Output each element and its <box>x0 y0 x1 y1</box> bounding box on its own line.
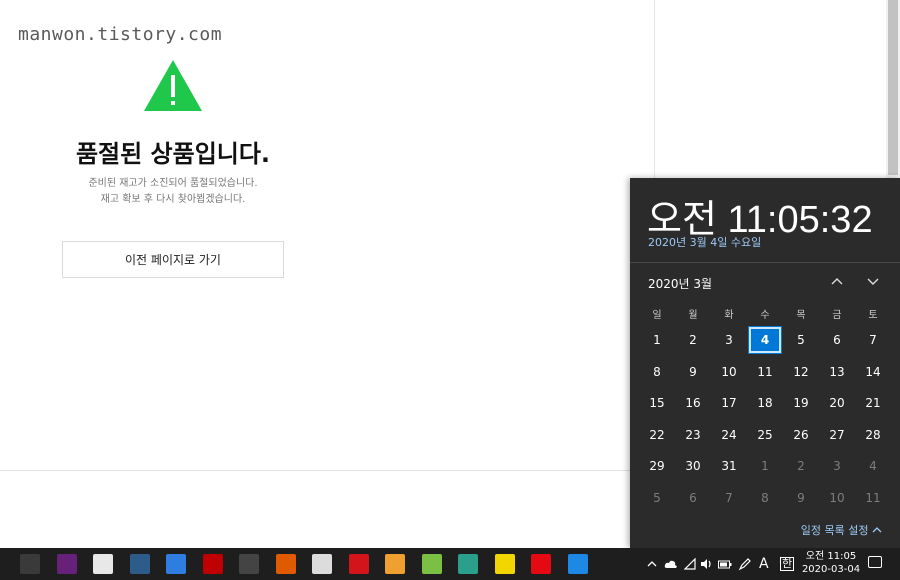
ime-hangul-label: 한 <box>780 557 795 571</box>
volume-icon[interactable] <box>700 548 714 580</box>
flyout-date-link[interactable]: 2020년 3월 4일 수요일 <box>648 234 761 250</box>
warning-icon <box>144 60 202 111</box>
calendar-day[interactable]: 6 <box>820 326 854 354</box>
calendar-day[interactable]: 16 <box>676 389 710 417</box>
weekday-header: 목 <box>796 310 806 321</box>
calendar-month-label[interactable]: 2020년 3월 <box>648 275 712 292</box>
calendar-day[interactable]: 1 <box>748 452 782 480</box>
calendar-day[interactable]: 26 <box>784 421 818 449</box>
weekday-header: 금 <box>832 310 842 321</box>
ime-hangul-indicator[interactable]: 한 <box>780 548 795 580</box>
network-icon[interactable] <box>684 548 696 580</box>
flyout-divider <box>630 262 900 263</box>
calendar-day[interactable]: 17 <box>712 389 746 417</box>
terminal-icon[interactable] <box>20 554 40 574</box>
curve-app-icon[interactable] <box>458 554 478 574</box>
calendar-day[interactable]: 12 <box>784 358 818 386</box>
calendar-day[interactable]: 31 <box>712 452 746 480</box>
calendar-day[interactable]: 13 <box>820 358 854 386</box>
calendar-day[interactable]: 19 <box>784 389 818 417</box>
calendar-day[interactable]: 30 <box>676 452 710 480</box>
weekday-header: 토 <box>868 310 878 321</box>
sticky-notes-icon[interactable] <box>494 554 515 574</box>
agenda-toggle[interactable]: 일정 목록 설정 <box>801 522 882 538</box>
calendar-day[interactable]: 22 <box>640 421 674 449</box>
calendar-day[interactable]: 14 <box>856 358 890 386</box>
calendar-day[interactable]: 24 <box>712 421 746 449</box>
globe-app-icon[interactable] <box>275 554 296 574</box>
media-player-icon[interactable] <box>239 554 259 574</box>
calendar-day[interactable]: 6 <box>676 484 710 512</box>
calendar-day[interactable]: 10 <box>820 484 854 512</box>
pen-icon[interactable] <box>738 548 752 580</box>
calendar-day[interactable]: 21 <box>856 389 890 417</box>
calendar-day[interactable]: 9 <box>784 484 818 512</box>
v-app-icon[interactable] <box>166 554 186 574</box>
calendar-day[interactable]: 18 <box>748 389 782 417</box>
calendar-day[interactable]: 2 <box>676 326 710 354</box>
calendar-day[interactable]: 11 <box>856 484 890 512</box>
onedrive-icon[interactable] <box>664 548 678 580</box>
netflix-icon[interactable] <box>531 554 551 574</box>
calendar-day[interactable]: 4 <box>856 452 890 480</box>
calendar-day[interactable]: 3 <box>820 452 854 480</box>
clock-calendar-flyout: 오전 11:05:32 2020년 3월 4일 수요일 2020년 3월 일월화… <box>630 178 900 548</box>
weekday-header: 수 <box>760 310 770 321</box>
unity-icon[interactable] <box>93 554 113 574</box>
calendar-day[interactable]: 8 <box>640 358 674 386</box>
chevron-up-icon[interactable] <box>828 274 846 292</box>
calendar-day[interactable]: 9 <box>676 358 710 386</box>
taskbar-clock[interactable]: 오전 11:05 2020-03-04 <box>800 550 862 576</box>
calendar-day[interactable]: 7 <box>856 326 890 354</box>
calendar-day[interactable]: 28 <box>856 421 890 449</box>
calendar-day[interactable]: 23 <box>676 421 710 449</box>
calendar-day[interactable]: 25 <box>748 421 782 449</box>
notification-center-icon[interactable] <box>868 556 882 568</box>
calendar-day[interactable]: 27 <box>820 421 854 449</box>
page-title: 품절된 상품입니다. <box>75 140 271 168</box>
scrollbar-thumb[interactable] <box>888 0 898 175</box>
calendar-day[interactable]: 29 <box>640 452 674 480</box>
calendar-day[interactable]: 20 <box>820 389 854 417</box>
watermark: manwon.tistory.com <box>18 24 223 45</box>
weekday-header: 일 <box>652 310 662 321</box>
taskbar-time: 오전 11:05 <box>805 551 857 562</box>
calendar-day[interactable]: 10 <box>712 358 746 386</box>
acrobat-icon[interactable] <box>348 554 369 574</box>
chevron-up-icon <box>872 527 882 533</box>
calendar-day-today[interactable]: 4 <box>748 326 782 354</box>
weekday-header: 월 <box>688 310 698 321</box>
description-line-1: 준비된 재고가 소진되어 품절되었습니다. <box>88 178 258 189</box>
tray-overflow-icon[interactable] <box>646 548 658 580</box>
calendar-day[interactable]: 5 <box>640 484 674 512</box>
battery-icon[interactable] <box>718 548 732 580</box>
ime-mode-indicator[interactable]: A <box>759 548 769 580</box>
calendar-day[interactable]: 11 <box>748 358 782 386</box>
weekday-header: 화 <box>724 310 734 321</box>
s-app-icon[interactable] <box>312 554 332 574</box>
photo-app-icon[interactable] <box>385 554 405 574</box>
calendar-day[interactable]: 1 <box>640 326 674 354</box>
agenda-toggle-label: 일정 목록 설정 <box>800 524 869 537</box>
calendar-day[interactable]: 8 <box>748 484 782 512</box>
chevron-down-icon[interactable] <box>864 274 882 292</box>
filezilla-icon[interactable] <box>202 554 223 574</box>
calendar-day[interactable]: 2 <box>784 452 818 480</box>
back-button[interactable]: 이전 페이지로 가기 <box>62 241 284 278</box>
mail-icon[interactable] <box>567 554 588 574</box>
calendar-day[interactable]: 5 <box>784 326 818 354</box>
taskbar-date: 2020-03-04 <box>801 564 861 575</box>
android-icon[interactable] <box>421 554 442 574</box>
taskbar: A 한 오전 11:05 2020-03-04 <box>0 548 900 580</box>
visual-studio-icon[interactable] <box>56 554 77 574</box>
calendar-day[interactable]: 15 <box>640 389 674 417</box>
monitor-app-icon[interactable] <box>129 554 150 574</box>
description-line-2: 재고 확보 후 다시 찾아뵙겠습니다. <box>100 194 246 205</box>
calendar-day[interactable]: 7 <box>712 484 746 512</box>
calendar-day[interactable]: 3 <box>712 326 746 354</box>
